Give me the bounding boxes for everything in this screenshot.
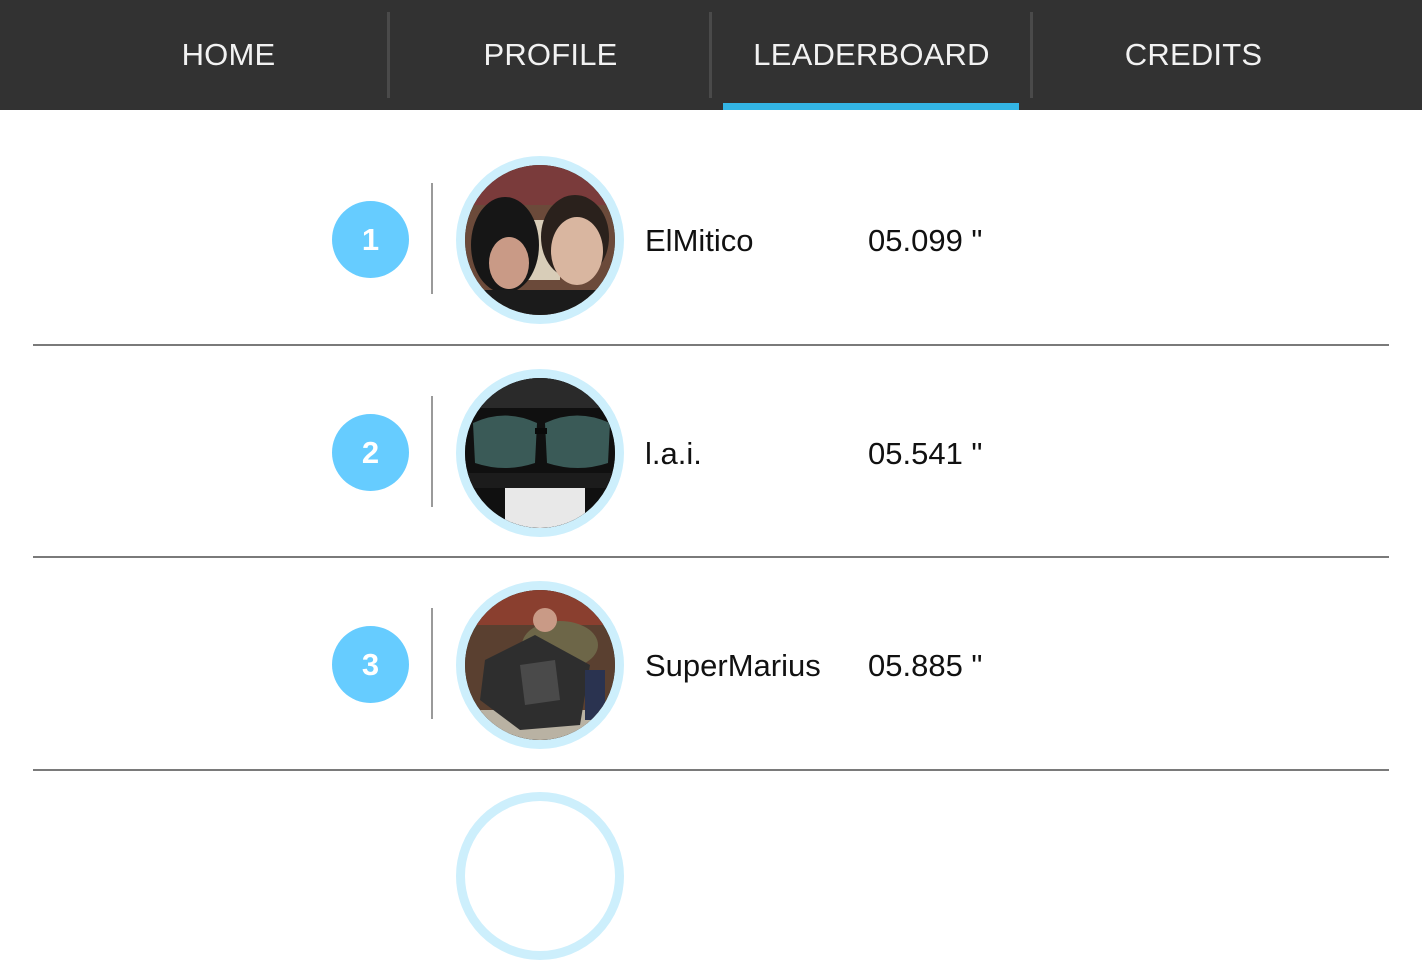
tab-home[interactable]: HOME (68, 0, 389, 110)
leaderboard-row[interactable]: 1 ElMitico 05.099 " (0, 110, 1422, 324)
row-vertical-separator (431, 183, 433, 294)
username: l.a.i. (645, 436, 702, 471)
avatar-photo-couple-icon (465, 165, 615, 315)
row-vertical-separator (431, 608, 433, 719)
avatar[interactable] (456, 369, 624, 537)
avatar-photo-sunglasses-icon (465, 378, 615, 528)
leaderboard-row[interactable]: 3 SuperMarius 05.885 " (0, 535, 1422, 749)
leaderboard-row[interactable]: 2 l.a.i. 05.541 " (0, 323, 1422, 537)
score: 05.885 " (868, 648, 983, 683)
rank-badge: 3 (332, 626, 409, 703)
tab-credits[interactable]: CREDITS (1033, 0, 1354, 110)
tab-leaderboard[interactable]: LEADERBOARD (711, 0, 1032, 110)
rank-badge: 2 (332, 414, 409, 491)
username: ElMitico (645, 223, 754, 258)
row-divider (33, 769, 1389, 771)
username: SuperMarius (645, 648, 821, 683)
avatar-photo-giant-dice-icon (465, 590, 615, 740)
score: 05.099 " (868, 223, 983, 258)
rank-badge: 1 (332, 201, 409, 278)
row-vertical-separator (431, 396, 433, 507)
active-tab-indicator (723, 103, 1019, 110)
avatar[interactable] (456, 156, 624, 324)
tab-profile[interactable]: PROFILE (390, 0, 711, 110)
avatar[interactable] (456, 581, 624, 749)
score: 05.541 " (868, 436, 983, 471)
tab-bar: HOME PROFILE LEADERBOARD CREDITS (0, 0, 1422, 110)
avatar[interactable] (456, 792, 624, 960)
